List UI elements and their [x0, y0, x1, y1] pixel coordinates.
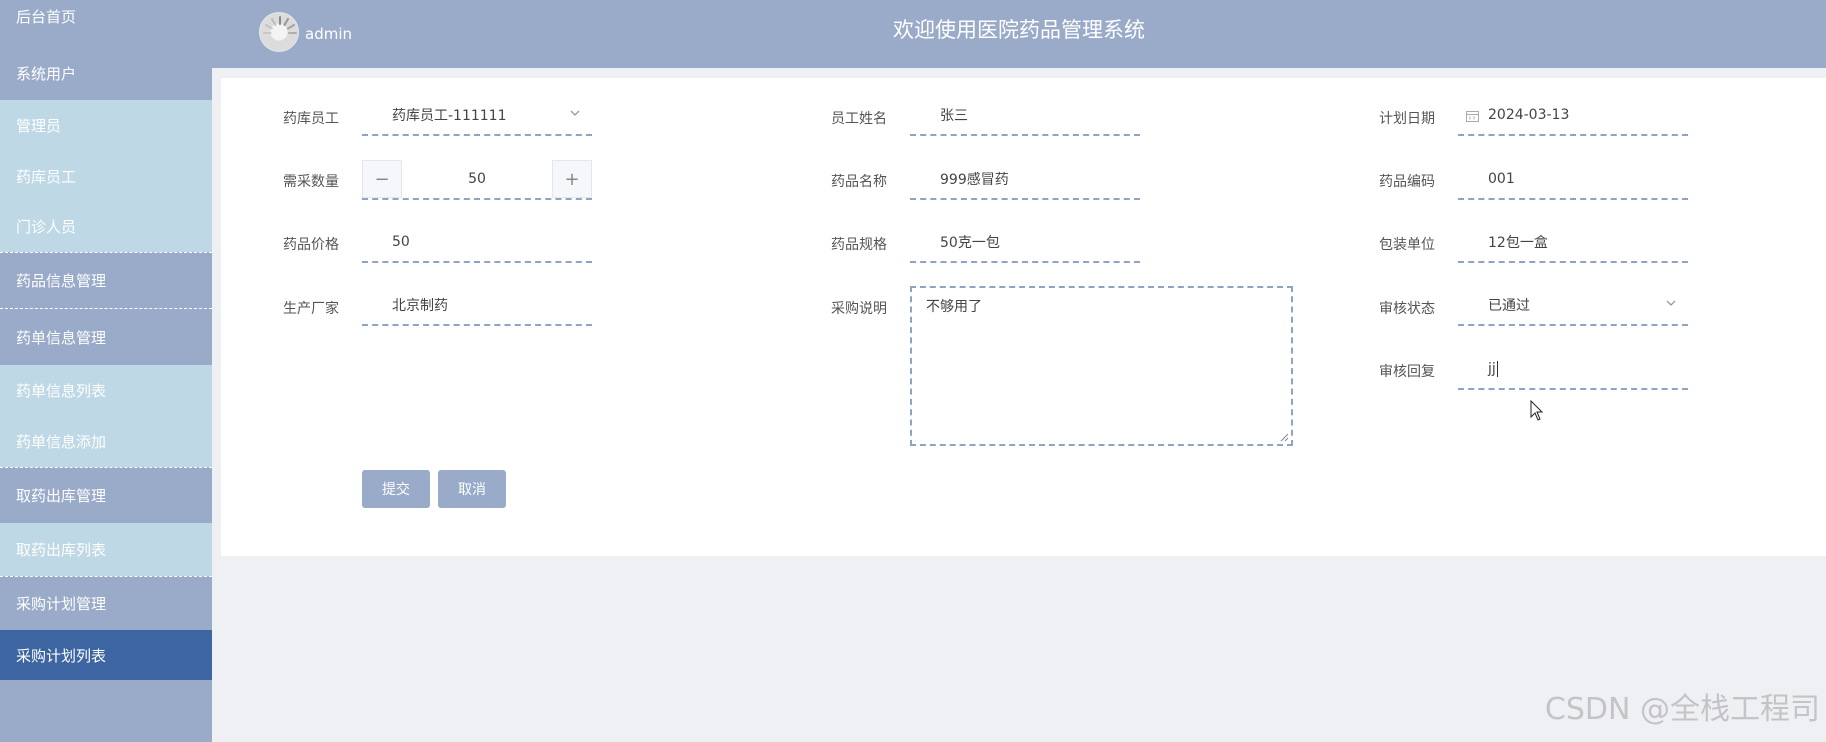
text-caret [1496, 361, 1498, 377]
pack-unit-value: 12包一盒 [1488, 235, 1548, 251]
sidebar-item-label: 取药出库列表 [16, 541, 107, 559]
sidebar-item-label: 药单信息添加 [16, 432, 107, 451]
sidebar-item-label: 后台首页 [16, 8, 77, 26]
drug-price-input[interactable]: 50 [362, 223, 592, 263]
review-status-label: 审核状态 [1379, 301, 1435, 317]
review-status-value: 已通过 [1488, 298, 1530, 314]
sidebar-item-prescription-mgmt[interactable]: 药单信息管理 [0, 308, 212, 365]
quantity-value[interactable]: 50 [402, 160, 552, 198]
review-reply-input[interactable]: jj [1458, 350, 1688, 390]
quantity-decrease-button[interactable]: − [362, 160, 402, 198]
sidebar-item-label: 取药出库管理 [16, 487, 107, 505]
calendar-icon [1466, 111, 1479, 122]
sidebar-item-dispense-list[interactable]: 取药出库列表 [0, 523, 212, 576]
quantity-increase-button[interactable]: + [552, 160, 592, 198]
drug-name-label: 药品名称 [831, 174, 887, 190]
sidebar-item-purchase-list[interactable]: 采购计划列表 [0, 630, 212, 680]
sidebar-item-drug-info[interactable]: 药品信息管理 [0, 252, 212, 308]
drug-price-label: 药品价格 [283, 237, 339, 253]
manufacturer-input[interactable]: 北京制药 [362, 286, 592, 326]
plan-date-label: 计划日期 [1379, 111, 1435, 127]
quantity-stepper[interactable]: − 50 + [362, 160, 592, 200]
sidebar-item-prescription-list[interactable]: 药单信息列表 [0, 365, 212, 415]
page-title: 欢迎使用医院药品管理系统 [893, 18, 1145, 42]
sidebar-item-label: 药单信息管理 [16, 328, 107, 347]
chevron-down-icon [1666, 300, 1676, 306]
review-reply-value: jj [1488, 361, 1496, 377]
drug-spec-input[interactable]: 50克一包 [910, 223, 1140, 263]
drug-name-value: 999感冒药 [940, 172, 1009, 188]
review-status-select[interactable]: 已通过 [1458, 286, 1688, 326]
sidebar-item-prescription-add[interactable]: 药单信息添加 [0, 415, 212, 467]
staff-name-label: 员工姓名 [831, 111, 887, 127]
mouse-cursor-icon [1530, 400, 1544, 421]
manufacturer-label: 生产厂家 [283, 301, 339, 317]
chevron-down-icon [570, 110, 580, 116]
sidebar-item-label: 药单信息列表 [16, 381, 107, 400]
purchase-note-value: 不够用了 [926, 299, 982, 315]
drug-code-value: 001 [1488, 171, 1515, 187]
staff-name-input[interactable]: 张三 [910, 96, 1140, 136]
review-reply-label: 审核回复 [1379, 364, 1435, 380]
drug-spec-label: 药品规格 [831, 237, 887, 253]
pack-unit-input[interactable]: 12包一盒 [1458, 223, 1688, 263]
pack-unit-label: 包装单位 [1379, 237, 1435, 253]
submit-button[interactable]: 提交 [362, 470, 430, 508]
staff-select-value: 药库员工-111111 [392, 108, 507, 124]
purchase-note-label: 采购说明 [831, 301, 887, 317]
sidebar-item-label: 采购计划管理 [16, 595, 107, 613]
sidebar-item-purchase-mgmt[interactable]: 采购计划管理 [0, 576, 212, 630]
sidebar-item-warehouse-staff[interactable]: 药库员工 [0, 151, 212, 201]
sidebar-item-home[interactable]: 后台首页 [0, 0, 212, 34]
sidebar-item-admin[interactable]: 管理员 [0, 100, 212, 151]
sidebar-item-label: 管理员 [16, 117, 62, 135]
drug-spec-value: 50克一包 [940, 235, 1000, 251]
drug-name-input[interactable]: 999感冒药 [910, 160, 1140, 200]
plan-date-picker[interactable]: 2024-03-13 [1458, 96, 1688, 136]
sidebar-item-label: 门诊人员 [16, 218, 77, 236]
drug-code-label: 药品编码 [1379, 174, 1435, 190]
sidebar-item-system-users[interactable]: 系统用户 [0, 46, 212, 100]
watermark: CSDN @全栈工程司 [1544, 692, 1820, 727]
sidebar-item-label: 药库员工 [16, 167, 77, 186]
cancel-button[interactable]: 取消 [438, 470, 506, 508]
staff-select[interactable]: 药库员工-111111 [362, 96, 592, 136]
drug-code-input[interactable]: 001 [1458, 160, 1688, 200]
sidebar-item-label: 系统用户 [16, 64, 77, 83]
plan-date-value: 2024-03-13 [1488, 107, 1570, 123]
sidebar-item-label: 药品信息管理 [16, 272, 107, 290]
sidebar: 后台首页 系统用户 管理员 药库员工 门诊人员 药品信息管理 药单信息管理 药单… [0, 0, 212, 742]
purchase-note-textarea[interactable]: 不够用了 [910, 286, 1293, 446]
resize-handle-icon[interactable] [1280, 433, 1289, 442]
sidebar-item-clinic-staff[interactable]: 门诊人员 [0, 201, 212, 252]
purchase-plan-form: 药库员工 药库员工-111111 员工姓名 张三 计划日期 2024-03-13… [221, 78, 1826, 556]
sidebar-item-dispense-mgmt[interactable]: 取药出库管理 [0, 467, 212, 523]
top-header: admin 欢迎使用医院药品管理系统 [212, 0, 1826, 68]
sidebar-item-label: 采购计划列表 [16, 646, 107, 665]
staff-name-value: 张三 [940, 108, 968, 124]
staff-label: 药库员工 [283, 111, 339, 127]
manufacturer-value: 北京制药 [392, 298, 448, 314]
drug-price-value: 50 [392, 234, 410, 250]
quantity-label: 需采数量 [283, 174, 339, 190]
